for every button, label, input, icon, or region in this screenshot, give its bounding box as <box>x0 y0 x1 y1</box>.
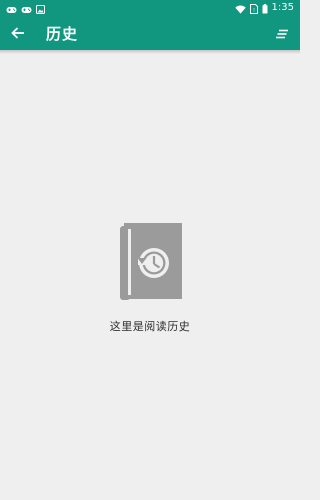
image-icon <box>36 0 45 18</box>
status-right: ! 1:35 <box>234 0 294 18</box>
sim-icon: ! <box>249 0 258 18</box>
gamepad-icon <box>6 0 17 18</box>
wifi-icon <box>234 0 246 18</box>
history-book-icon <box>116 220 184 306</box>
app-bar: 历史 <box>0 16 300 50</box>
sort-menu-button[interactable] <box>270 16 294 50</box>
back-button[interactable] <box>0 16 36 50</box>
app-bar-shadow <box>0 50 300 54</box>
gamepad-icon <box>21 0 32 18</box>
svg-text:!: ! <box>253 7 255 13</box>
screen: ! 1:35 历史 这里是阅读历史 <box>0 0 300 500</box>
arrow-left-icon <box>11 24 25 43</box>
empty-message: 这里是阅读历史 <box>109 320 191 333</box>
page-title: 历史 <box>46 24 79 43</box>
status-bar: ! 1:35 <box>0 0 300 16</box>
bottom-area <box>0 484 300 500</box>
sort-menu-icon <box>276 24 288 43</box>
status-time: 1:35 <box>271 2 294 13</box>
status-left <box>6 0 45 18</box>
battery-icon <box>262 0 268 18</box>
empty-state: 这里是阅读历史 <box>0 220 300 334</box>
